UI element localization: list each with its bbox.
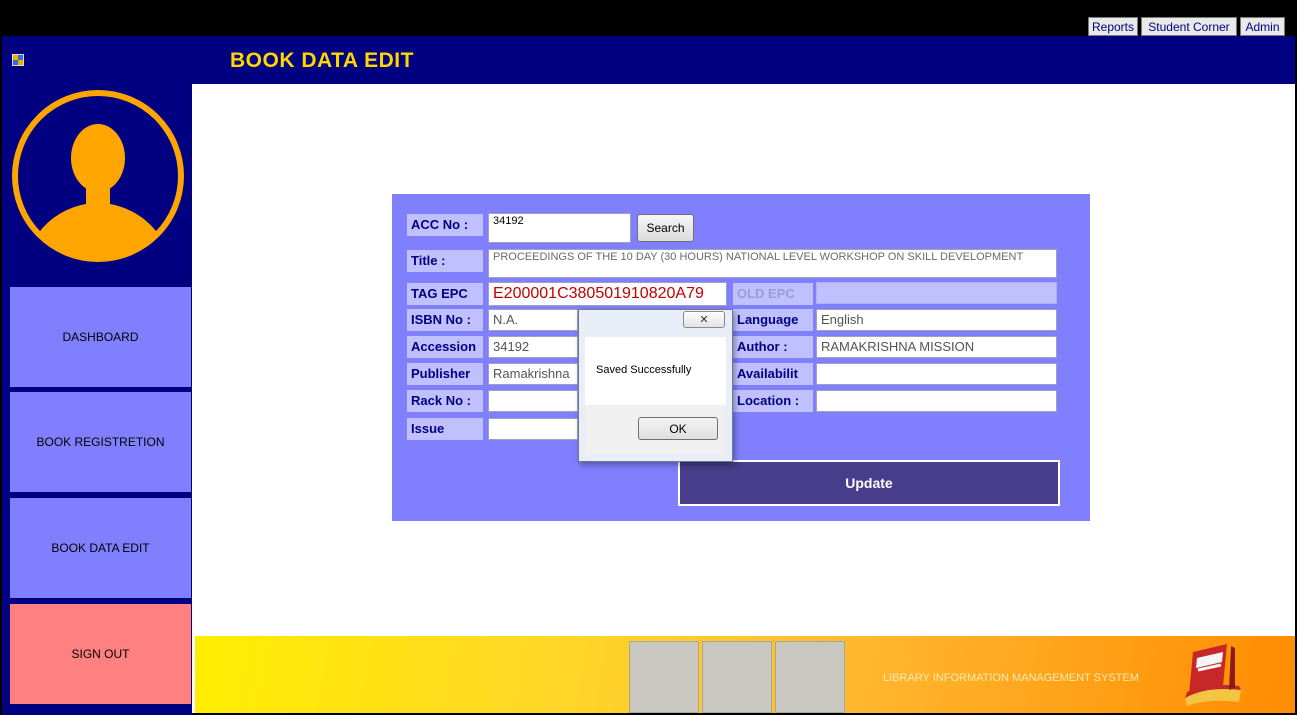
footer-tile-1[interactable] [629, 641, 699, 713]
acc-no-input[interactable]: 34192 [488, 213, 631, 243]
language-label: Language [733, 309, 813, 331]
publisher-input[interactable]: Ramakrishna [488, 363, 578, 385]
footer-tile-3[interactable] [775, 641, 845, 713]
availability-label: Availabilit [733, 363, 813, 385]
book-icon [1185, 644, 1241, 706]
availability-input[interactable] [816, 363, 1057, 385]
dialog-message: Saved Successfully [596, 364, 692, 376]
sidebar-item-sign-out[interactable]: SIGN OUT [10, 604, 191, 704]
user-avatar-icon [12, 90, 184, 262]
footer-tile-2[interactable] [702, 641, 772, 713]
old-epc-input[interactable] [816, 282, 1057, 304]
search-button[interactable]: Search [637, 214, 694, 242]
sidebar-item-book-data-edit[interactable]: BOOK DATA EDIT [10, 498, 191, 598]
issue-label: Issue [407, 418, 483, 440]
sidebar-item-book-registration[interactable]: BOOK REGISTRETION [10, 392, 191, 492]
tag-epc-label: TAG EPC [407, 283, 483, 305]
location-label: Location : [733, 390, 813, 412]
sidebar-item-dashboard[interactable]: DASHBOARD [10, 287, 191, 387]
dialog-body: Saved Successfully [585, 337, 726, 405]
tag-epc-input[interactable]: E200001C380501910820A79 [488, 282, 727, 306]
ok-button[interactable]: OK [638, 417, 718, 440]
isbn-input[interactable]: N.A. [488, 309, 578, 331]
title-label: Title : [407, 250, 483, 272]
publisher-label: Publisher [407, 363, 483, 385]
old-epc-label: OLD EPC [733, 283, 813, 305]
footer-app-name: LIBRARY INFORMATION MANAGEMENT SYSTEM [883, 672, 1139, 684]
message-dialog: ✕ Saved Successfully OK [578, 309, 733, 462]
rack-no-input[interactable] [488, 390, 578, 412]
menu-reports[interactable]: Reports [1088, 17, 1138, 36]
book-edit-form: ACC No : 34192 Search Title : PROCEEDING… [392, 194, 1090, 521]
isbn-label: ISBN No : [407, 309, 483, 331]
app-icon [12, 54, 24, 66]
author-label: Author : [733, 336, 813, 358]
location-input[interactable] [816, 390, 1057, 412]
footer-bar: LIBRARY INFORMATION MANAGEMENT SYSTEM [195, 636, 1295, 713]
rack-no-label: Rack No : [407, 390, 483, 412]
sidebar: DASHBOARD BOOK REGISTRETION BOOK DATA ED… [2, 84, 192, 715]
dialog-footer: OK [585, 405, 726, 454]
acc-no-label: ACC No : [407, 214, 483, 236]
issue-input[interactable] [488, 418, 578, 440]
accession-label: Accession [407, 336, 483, 358]
top-menu-bar: Reports Student Corner Admin [2, 8, 1295, 36]
update-button[interactable]: Update [678, 460, 1060, 506]
title-bar: BOOK DATA EDIT [2, 36, 1295, 84]
page-title: BOOK DATA EDIT [230, 49, 414, 72]
title-input[interactable]: PROCEEDINGS OF THE 10 DAY (30 HOURS) NAT… [488, 249, 1057, 278]
close-icon[interactable]: ✕ [683, 311, 725, 328]
author-input[interactable]: RAMAKRISHNA MISSION [816, 336, 1057, 358]
menu-student-corner[interactable]: Student Corner [1141, 17, 1237, 36]
menu-admin[interactable]: Admin [1240, 17, 1285, 36]
accession-input[interactable]: 34192 [488, 336, 578, 358]
language-input[interactable]: English [816, 309, 1057, 331]
